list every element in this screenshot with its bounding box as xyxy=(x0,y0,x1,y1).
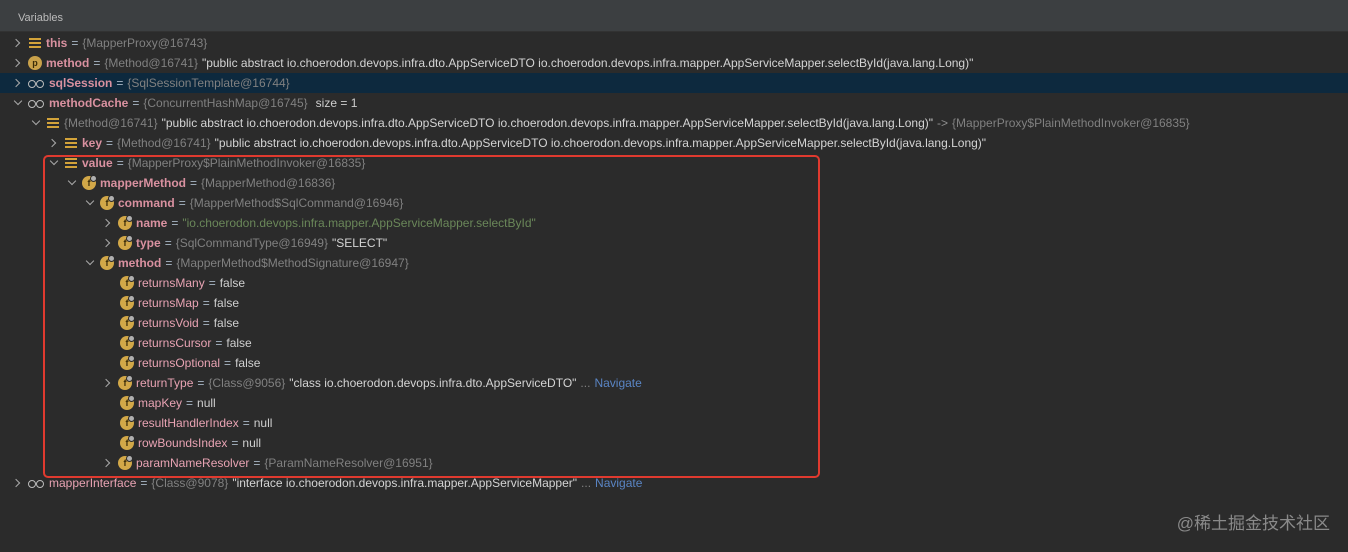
tree-row-map-entry[interactable]: {Method@16741} "public abstract io.choer… xyxy=(0,113,1348,133)
watch-glasses-icon xyxy=(28,476,46,490)
variable-name: method xyxy=(46,56,90,70)
variable-name: key xyxy=(82,136,103,150)
string-value: "public abstract io.choerodon.devops.inf… xyxy=(161,116,934,130)
panel-title: Variables xyxy=(18,12,64,24)
collapse-arrow-icon[interactable] xyxy=(12,93,24,113)
variable-name: this xyxy=(46,36,68,50)
equals-sign: = xyxy=(71,36,79,50)
tree-row-methodcache[interactable]: methodCache = {ConcurrentHashMap@16745} … xyxy=(0,93,1348,113)
equals-sign: = xyxy=(93,56,101,70)
watch-glasses-icon xyxy=(28,96,46,110)
string-value: "public abstract io.choerodon.devops.inf… xyxy=(214,136,987,150)
variable-name: sqlSession xyxy=(49,76,113,90)
field-lines-icon xyxy=(28,36,42,50)
tree-row-key[interactable]: key = {Method@16741} "public abstract io… xyxy=(0,133,1348,153)
object-ref: {Method@16741} xyxy=(64,116,158,130)
tree-row-method[interactable]: p method = {Method@16741} "public abstra… xyxy=(0,53,1348,73)
expand-arrow-icon[interactable] xyxy=(12,53,24,73)
tree-row-sqlsession[interactable]: sqlSession = {SqlSessionTemplate@16744} xyxy=(0,73,1348,93)
equals-sign: = xyxy=(116,76,124,90)
expand-arrow-icon[interactable] xyxy=(12,473,24,493)
object-ref: {SqlSessionTemplate@16744} xyxy=(127,76,290,90)
tree-row-this[interactable]: this = {MapperProxy@16743} xyxy=(0,33,1348,53)
object-ref-2: {MapperProxy$PlainMethodInvoker@16835} xyxy=(952,116,1190,130)
expand-arrow-icon[interactable] xyxy=(48,133,60,153)
parameter-icon: p xyxy=(28,56,42,70)
object-ref: {Method@16741} xyxy=(104,56,198,70)
object-ref: {MapperProxy@16743} xyxy=(82,36,208,50)
variables-panel-header: Variables xyxy=(0,0,1348,32)
field-lines-icon xyxy=(64,136,78,150)
string-value: "public abstract io.choerodon.devops.inf… xyxy=(201,56,974,70)
expand-arrow-icon[interactable] xyxy=(12,73,24,93)
expand-arrow-icon[interactable] xyxy=(12,33,24,53)
equals-sign: = xyxy=(132,96,140,110)
watch-glasses-icon xyxy=(28,76,46,90)
object-ref: {ConcurrentHashMap@16745} xyxy=(143,96,308,110)
collapse-arrow-icon[interactable] xyxy=(30,113,42,133)
field-lines-icon xyxy=(46,116,60,130)
highlight-box xyxy=(43,155,820,478)
map-arrow: -> xyxy=(937,116,949,130)
watermark: @稀土掘金技术社区 xyxy=(1176,514,1330,533)
variable-name: methodCache xyxy=(49,96,129,110)
object-ref: {Method@16741} xyxy=(117,136,211,150)
size-label: size = 1 xyxy=(315,96,358,110)
equals-sign: = xyxy=(106,136,114,150)
